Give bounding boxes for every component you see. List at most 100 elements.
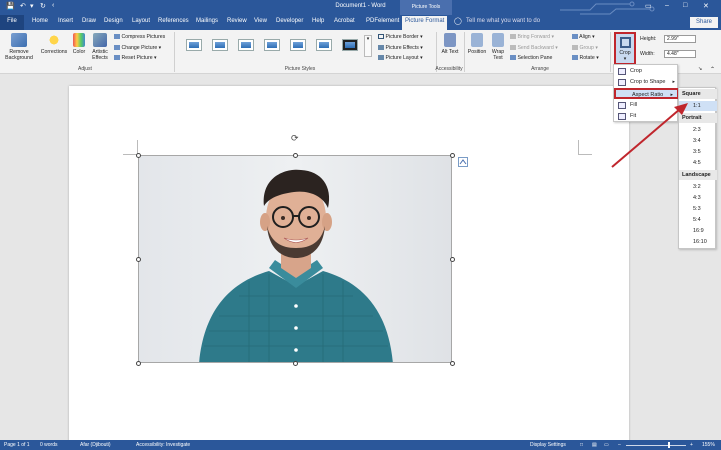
zoom-out-icon[interactable]: – — [618, 442, 621, 448]
ratio-option-16-9[interactable]: 16:9 — [679, 226, 717, 236]
align-button[interactable]: Align ▾ — [572, 34, 595, 40]
resize-handle-bottom-left[interactable] — [136, 361, 141, 366]
selection-pane-button[interactable]: Selection Pane — [510, 55, 552, 61]
web-layout-icon[interactable]: ▭ — [604, 442, 609, 448]
tab-view[interactable]: View — [254, 18, 267, 24]
selection-pane-icon — [510, 55, 516, 61]
tab-file[interactable]: File — [0, 15, 24, 30]
tab-references[interactable]: References — [158, 18, 189, 24]
picture-effects-button[interactable]: Picture Effects ▾ — [378, 45, 423, 51]
picture-layout-button[interactable]: Picture Layout ▾ — [378, 55, 423, 61]
picture-style-thumb[interactable] — [316, 39, 332, 51]
minimize-icon[interactable]: – — [665, 2, 669, 9]
language-indicator[interactable]: Afar (Djibouti) — [80, 442, 111, 448]
picture-style-thumb[interactable] — [342, 39, 358, 51]
read-mode-icon[interactable]: □ — [580, 442, 583, 448]
position-icon — [471, 33, 483, 47]
word-count[interactable]: 0 words — [40, 442, 58, 448]
styles-gallery-more-button[interactable]: ▾ — [364, 35, 372, 57]
accessibility-group-label: Accessibility — [435, 66, 463, 72]
rotate-handle-icon[interactable]: ⟳ — [291, 134, 300, 143]
ratio-option-4-3[interactable]: 4:3 — [679, 193, 717, 203]
rotate-button[interactable]: Rotate ▾ — [572, 55, 599, 61]
selected-picture[interactable] — [138, 155, 452, 363]
display-settings-button[interactable]: Display Settings — [530, 442, 566, 448]
picture-style-thumb[interactable] — [264, 39, 280, 51]
artistic-effects-button[interactable]: Artistic Effects — [89, 33, 111, 61]
compress-pictures-button[interactable]: Compress Pictures — [114, 34, 165, 40]
resize-handle-right[interactable] — [450, 257, 455, 262]
picture-style-thumb[interactable] — [212, 39, 228, 51]
menu-item-crop[interactable]: Crop — [614, 66, 679, 77]
change-picture-button[interactable]: Change Picture ▾ — [114, 45, 161, 51]
page-count[interactable]: Page 1 of 1 — [4, 442, 30, 448]
print-layout-icon[interactable]: ▤ — [592, 442, 597, 448]
picture-style-thumb[interactable] — [186, 39, 202, 51]
resize-handle-top[interactable] — [293, 153, 298, 158]
tab-picture-format[interactable]: Picture Format — [402, 16, 448, 30]
resize-handle-bottom-right[interactable] — [450, 361, 455, 366]
ratio-option-16-10[interactable]: 16:10 — [679, 237, 717, 247]
tab-layout[interactable]: Layout — [132, 18, 150, 24]
remove-background-icon — [11, 33, 27, 47]
zoom-slider-thumb[interactable] — [668, 442, 670, 448]
group-button[interactable]: Group ▾ — [572, 45, 598, 51]
color-label: Color — [72, 49, 86, 55]
share-button[interactable]: Share — [690, 17, 718, 28]
tab-design[interactable]: Design — [104, 18, 123, 24]
crop-menu-icon — [618, 68, 626, 75]
alt-text-button[interactable]: Alt Text — [440, 33, 460, 55]
position-button[interactable]: Position — [466, 33, 488, 55]
tab-insert[interactable]: Insert — [58, 18, 73, 24]
wrap-text-button[interactable]: Wrap Text — [489, 33, 507, 61]
picture-style-thumb[interactable] — [238, 39, 254, 51]
crop-button[interactable]: Crop ▾ — [614, 32, 636, 65]
tab-developer[interactable]: Developer — [276, 18, 303, 24]
layout-options-button[interactable] — [458, 157, 468, 167]
corrections-sun-icon — [46, 33, 62, 47]
ratio-option-3-2[interactable]: 3:2 — [679, 182, 717, 192]
height-field[interactable]: 2.99" — [664, 35, 696, 43]
picture-styles-group-label: Picture Styles — [284, 66, 316, 72]
width-field[interactable]: 4.48" — [664, 50, 696, 58]
menu-item-crop-to-shape[interactable]: Crop to Shape ▸ — [614, 77, 679, 88]
collapse-ribbon-icon[interactable]: ⌃ — [710, 66, 715, 73]
zoom-slider[interactable] — [626, 445, 686, 446]
resize-handle-left[interactable] — [136, 257, 141, 262]
reset-picture-button[interactable]: Reset Picture ▾ — [114, 55, 157, 61]
tab-draw[interactable]: Draw — [82, 18, 96, 24]
tab-home[interactable]: Home — [32, 18, 48, 24]
ribbon-separator — [464, 32, 465, 72]
remove-background-button[interactable]: Remove Background — [2, 33, 36, 61]
reset-picture-label: Reset Picture — [121, 55, 153, 61]
size-dialog-launcher-icon[interactable]: ↘ — [698, 66, 702, 72]
tell-me-search[interactable]: Tell me what you want to do — [466, 18, 540, 24]
corrections-button[interactable]: Corrections — [38, 33, 70, 55]
color-button[interactable]: Color — [69, 33, 89, 55]
zoom-level[interactable]: 155% — [702, 442, 715, 448]
tab-pdfelement[interactable]: PDFelement — [366, 18, 399, 24]
ribbon-display-icon[interactable]: ▭ — [645, 2, 652, 10]
resize-handle-top-left[interactable] — [136, 153, 141, 158]
maximize-icon[interactable]: □ — [683, 2, 687, 9]
tab-acrobat[interactable]: Acrobat — [334, 18, 355, 24]
align-icon — [572, 34, 578, 40]
close-icon[interactable]: ✕ — [703, 2, 709, 10]
accessibility-status[interactable]: Accessibility: Investigate — [136, 442, 190, 448]
arrange-group-label: Arrange — [531, 66, 549, 72]
resize-handle-bottom[interactable] — [293, 361, 298, 366]
resize-handle-top-right[interactable] — [450, 153, 455, 158]
ratio-option-5-4[interactable]: 5:4 — [679, 215, 717, 225]
ratio-option-5-3[interactable]: 5:3 — [679, 204, 717, 214]
tab-mailings[interactable]: Mailings — [196, 18, 218, 24]
tab-review[interactable]: Review — [227, 18, 247, 24]
group-icon — [572, 45, 578, 51]
picture-border-button[interactable]: Picture Border ▾ — [378, 34, 423, 40]
send-backward-button[interactable]: Send Backward ▾ — [510, 45, 558, 51]
margin-corner-mark — [123, 154, 137, 155]
picture-style-thumb[interactable] — [290, 39, 306, 51]
zoom-in-icon[interactable]: + — [690, 442, 693, 448]
bring-forward-button[interactable]: Bring Forward ▾ — [510, 34, 554, 40]
picture-border-label: Picture Border — [385, 34, 419, 40]
tab-help[interactable]: Help — [312, 18, 324, 24]
